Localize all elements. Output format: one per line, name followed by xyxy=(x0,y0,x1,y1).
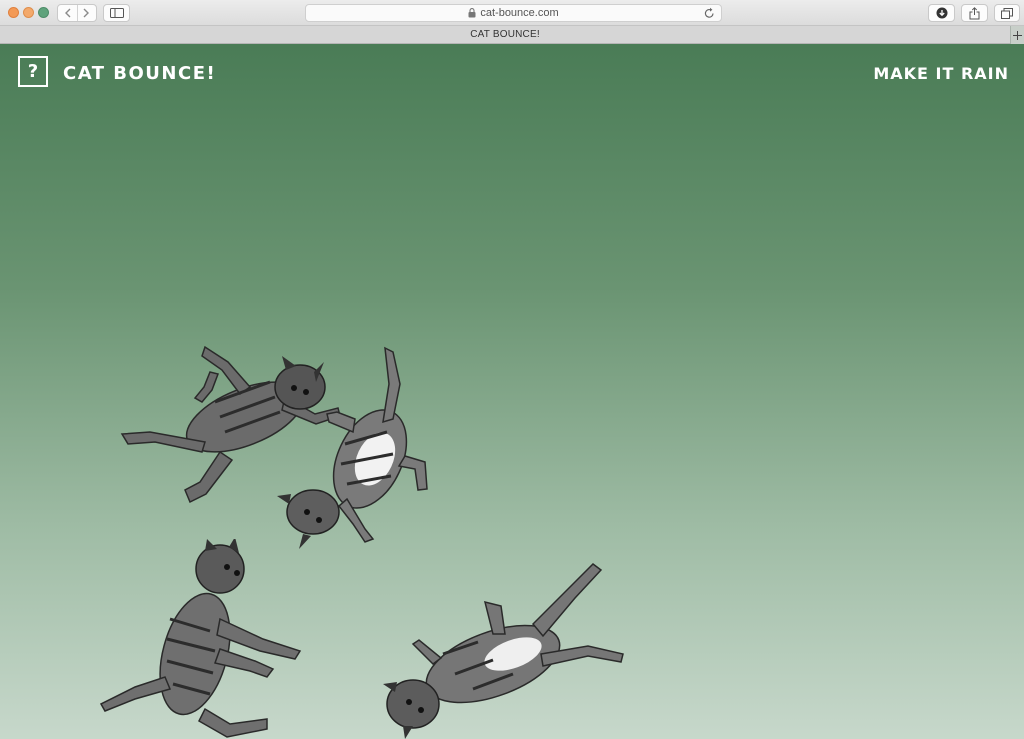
back-button[interactable] xyxy=(58,5,77,21)
address-bar[interactable]: cat-bounce.com xyxy=(305,4,722,22)
make-it-rain-button[interactable]: MAKE IT RAIN xyxy=(873,64,1009,83)
download-icon xyxy=(936,7,947,19)
cat-bottom-right[interactable] xyxy=(383,554,638,739)
minimize-window-button[interactable] xyxy=(23,7,34,18)
chevron-right-icon xyxy=(83,8,90,18)
nav-buttons xyxy=(57,4,97,22)
maximize-window-button[interactable] xyxy=(38,7,49,18)
downloads-button[interactable] xyxy=(928,4,955,22)
page-content: ? CAT BOUNCE! MAKE IT RAIN xyxy=(0,44,1024,739)
plus-icon xyxy=(1013,30,1022,40)
show-tabs-button[interactable] xyxy=(994,4,1020,22)
cat-upside-down[interactable] xyxy=(275,344,435,554)
reload-icon[interactable] xyxy=(704,7,715,19)
sidebar-icon xyxy=(109,8,124,18)
close-window-button[interactable] xyxy=(8,7,19,18)
lock-icon xyxy=(468,8,476,18)
chevron-left-icon xyxy=(64,8,71,18)
new-tab-button[interactable] xyxy=(1010,26,1024,44)
share-icon xyxy=(969,6,980,19)
browser-toolbar: cat-bounce.com xyxy=(0,0,1024,26)
tab-bar: CAT BOUNCE! xyxy=(0,26,1024,44)
tabs-icon xyxy=(1001,7,1013,19)
help-button[interactable]: ? xyxy=(18,56,48,87)
cat-bottom-left[interactable] xyxy=(95,539,310,739)
site-title: CAT BOUNCE! xyxy=(63,63,217,84)
address-url: cat-bounce.com xyxy=(480,7,559,19)
sidebar-toggle-button[interactable] xyxy=(103,4,130,22)
forward-button[interactable] xyxy=(76,5,97,21)
share-button[interactable] xyxy=(961,4,988,22)
active-tab[interactable]: CAT BOUNCE! xyxy=(0,29,1010,40)
